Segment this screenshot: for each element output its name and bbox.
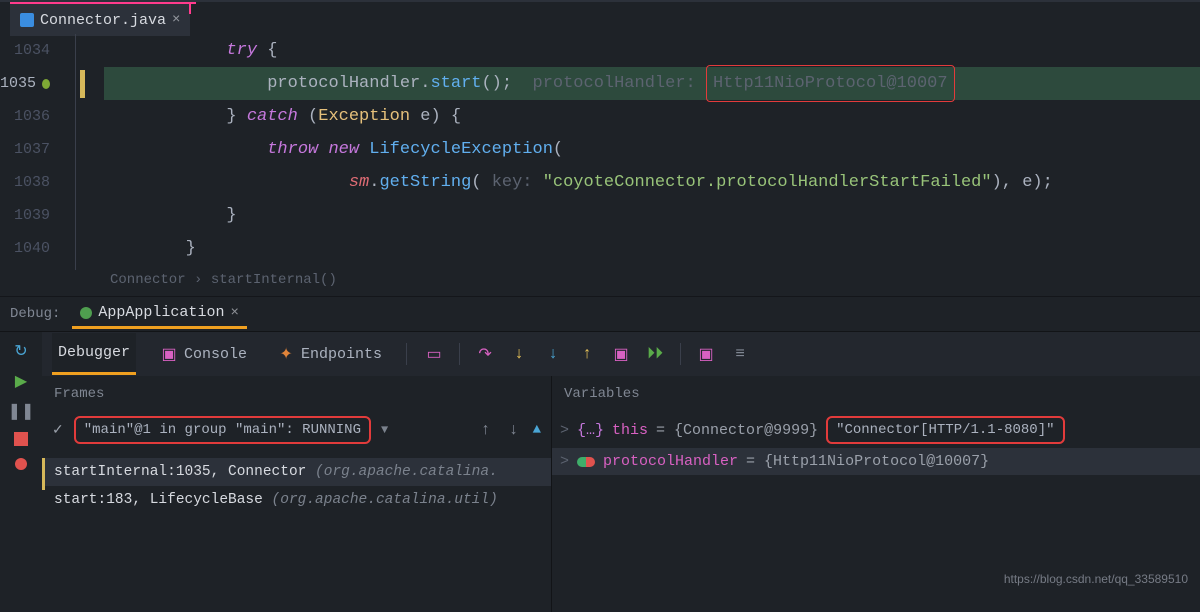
chevron-right-icon[interactable]: > bbox=[560, 422, 569, 439]
variable-this[interactable]: > {…} this = {Connector@9999} "Connector… bbox=[552, 412, 1200, 448]
more-icon[interactable]: ≡ bbox=[731, 345, 749, 363]
step-out-icon[interactable]: ↑ bbox=[578, 345, 596, 363]
breadcrumb-class[interactable]: Connector bbox=[110, 272, 186, 288]
file-tab[interactable]: Connector.java × bbox=[10, 4, 190, 36]
step-into-icon[interactable]: ↓ bbox=[510, 345, 528, 363]
tab-endpoints[interactable]: ✦Endpoints bbox=[271, 334, 388, 374]
frame-row[interactable]: startInternal:1035, Connector (org.apach… bbox=[42, 458, 551, 486]
stop-icon[interactable] bbox=[14, 432, 28, 446]
debug-config-name: AppApplication bbox=[98, 304, 224, 321]
pause-icon[interactable]: ❚❚ bbox=[12, 402, 30, 420]
frame-list[interactable]: startInternal:1035, Connector (org.apach… bbox=[42, 458, 551, 514]
editor-tab-bar: Connector.java × bbox=[10, 2, 196, 34]
code-line[interactable]: } catch (Exception e) { bbox=[104, 100, 1200, 133]
code-line[interactable]: try { bbox=[104, 34, 1200, 67]
file-name: Connector.java bbox=[40, 12, 166, 29]
var-tostring: "Connector[HTTP/1.1-8080]" bbox=[826, 416, 1064, 444]
breadcrumb[interactable]: Connector › startInternal() bbox=[0, 270, 1200, 296]
code-line[interactable]: } bbox=[104, 232, 1200, 265]
code-line[interactable]: } bbox=[104, 199, 1200, 232]
evaluate-icon[interactable]: ▣ bbox=[697, 345, 715, 363]
variables-title: Variables bbox=[552, 376, 1200, 412]
var-name: protocolHandler bbox=[603, 453, 738, 470]
var-name: this bbox=[612, 422, 648, 439]
breakpoint-check-icon bbox=[42, 79, 50, 89]
tab-debugger[interactable]: Debugger bbox=[52, 333, 136, 375]
rerun-icon[interactable]: ↻ bbox=[12, 342, 30, 360]
code-line[interactable]: protocolHandler.start(); protocolHandler… bbox=[104, 67, 1200, 100]
gutter: 1034103510361037103810391040 bbox=[0, 34, 62, 270]
drop-frame-icon[interactable]: ▣ bbox=[612, 345, 630, 363]
debug-sub-tabs: Debugger ▣Console ✦Endpoints ▭ ↷ ↓ ↓ ↑ ▣… bbox=[42, 332, 1200, 376]
breadcrumb-method[interactable]: startInternal() bbox=[211, 272, 337, 288]
var-value: = {Connector@9999} bbox=[656, 422, 818, 439]
endpoints-icon: ✦ bbox=[277, 345, 295, 363]
chevron-down-icon[interactable]: ▼ bbox=[381, 423, 388, 437]
filter-icon[interactable]: ▲ bbox=[533, 422, 541, 438]
run-to-cursor-icon[interactable]: ⏵⏵ bbox=[646, 345, 664, 363]
debug-panel: ↻ ▶ ❚❚ Debugger ▣Console ✦Endpoints ▭ ↷ … bbox=[0, 332, 1200, 612]
frames-panel: Frames ✓ "main"@1 in group "main": RUNNI… bbox=[42, 376, 552, 612]
code-area[interactable]: try { protocolHandler.start(); protocolH… bbox=[104, 34, 1200, 270]
check-icon: ✓ bbox=[52, 422, 64, 439]
close-icon[interactable]: × bbox=[230, 305, 238, 321]
debug-label: Debug: bbox=[10, 306, 60, 322]
execution-marker bbox=[80, 70, 85, 98]
chevron-right-icon[interactable]: > bbox=[560, 453, 569, 470]
variable-protocol-handler[interactable]: > protocolHandler = {Http11NioProtocol@1… bbox=[552, 448, 1200, 475]
force-step-into-icon[interactable]: ↓ bbox=[544, 345, 562, 363]
debug-header: Debug: AppApplication × bbox=[0, 296, 1200, 332]
fold-column bbox=[62, 34, 104, 270]
var-value: = {Http11NioProtocol@10007} bbox=[746, 453, 989, 470]
java-file-icon bbox=[20, 13, 34, 27]
console-icon: ▣ bbox=[160, 345, 178, 363]
frames-icon[interactable]: ▭ bbox=[425, 345, 443, 363]
field-icon bbox=[577, 457, 595, 467]
next-frame-icon[interactable]: ↓ bbox=[505, 421, 523, 439]
close-icon[interactable]: × bbox=[172, 12, 180, 28]
debug-config-tab[interactable]: AppApplication × bbox=[72, 299, 246, 329]
breakpoints-icon[interactable] bbox=[15, 458, 27, 470]
code-line[interactable]: sm.getString( key: "coyoteConnector.prot… bbox=[104, 166, 1200, 199]
debug-side-toolbar: ↻ ▶ ❚❚ bbox=[0, 332, 42, 612]
watermark: https://blog.csdn.net/qq_33589510 bbox=[1004, 572, 1188, 586]
code-editor[interactable]: 1034103510361037103810391040 try { proto… bbox=[0, 34, 1200, 270]
inline-value: Http11NioProtocol@10007 bbox=[706, 65, 955, 102]
bug-icon bbox=[80, 307, 92, 319]
frames-title: Frames bbox=[42, 376, 551, 412]
prev-frame-icon[interactable]: ↑ bbox=[477, 421, 495, 439]
code-line[interactable]: throw new LifecycleException( bbox=[104, 133, 1200, 166]
tab-console[interactable]: ▣Console bbox=[154, 334, 253, 374]
object-icon: {…} bbox=[577, 422, 604, 439]
resume-icon[interactable]: ▶ bbox=[12, 372, 30, 390]
frame-row[interactable]: start:183, LifecycleBase (org.apache.cat… bbox=[42, 486, 551, 514]
thread-status[interactable]: "main"@1 in group "main": RUNNING bbox=[74, 416, 371, 444]
step-over-icon[interactable]: ↷ bbox=[476, 345, 494, 363]
